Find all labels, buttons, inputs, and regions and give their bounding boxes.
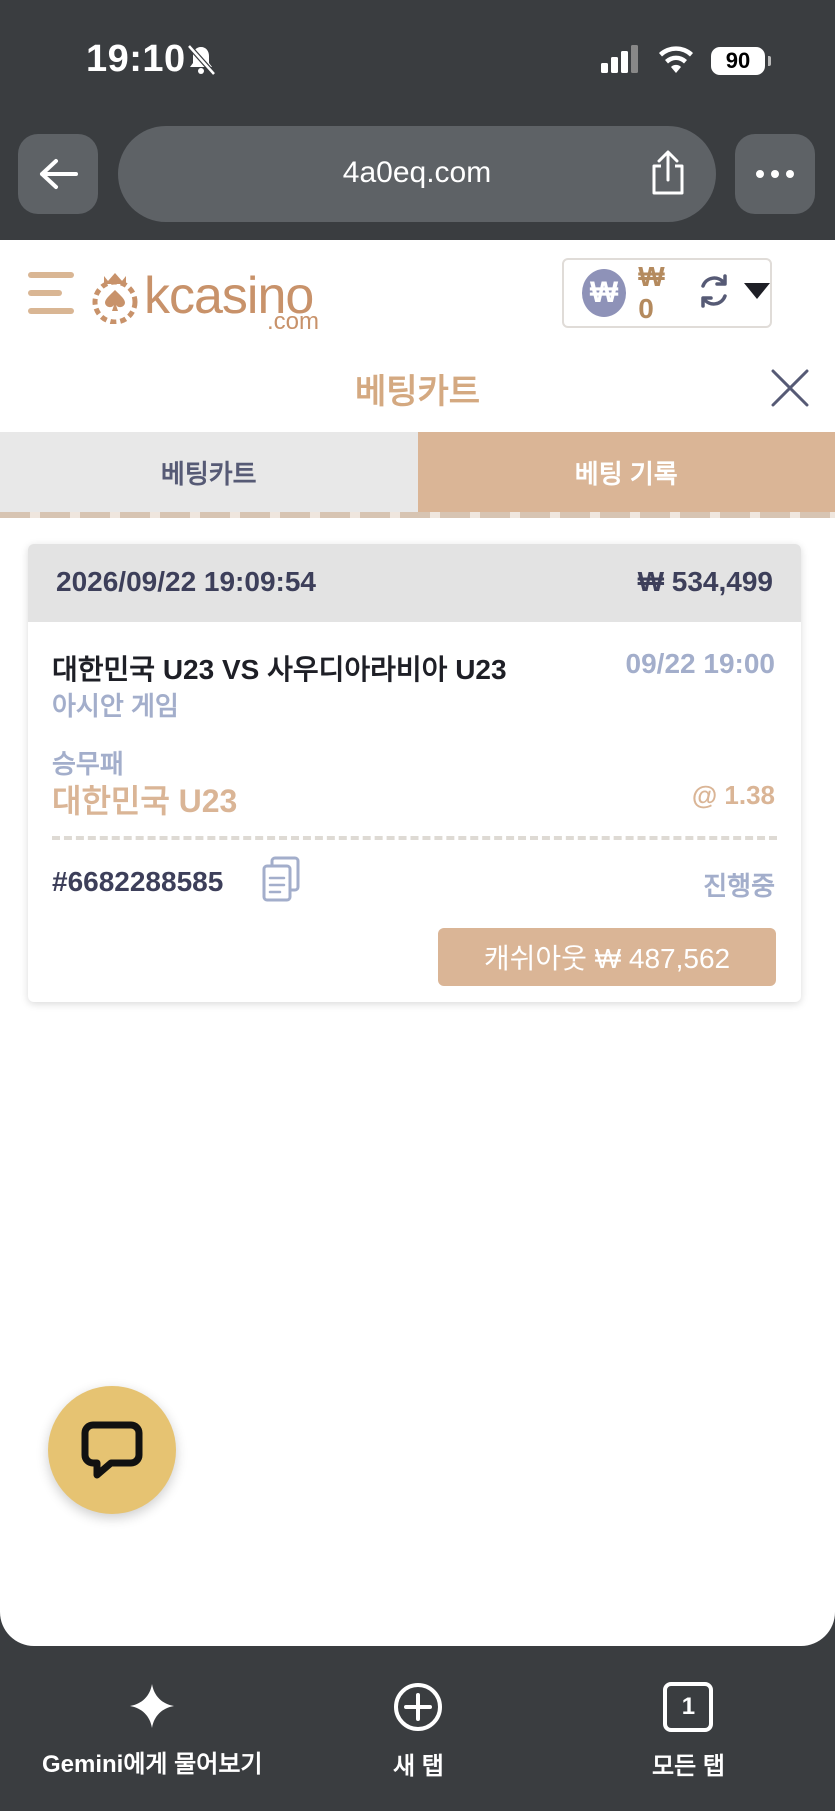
bet-status: 진행중: [703, 871, 775, 901]
web-page: kcasino .com ₩ ₩ 0 베팅카트 베팅카트 베팅 기록 2026/…: [0, 240, 835, 1646]
balance-dropdown[interactable]: ₩ ₩ 0: [562, 258, 772, 328]
tab-betting-cart[interactable]: 베팅카트: [0, 432, 418, 512]
bet-selection: 대한민국 U23: [52, 783, 238, 819]
arrow-left-icon: [40, 159, 78, 189]
ticket-id: #6682288585: [52, 866, 224, 897]
mute-bell-icon: [186, 44, 216, 81]
url-bar[interactable]: 4a0eq.com: [118, 126, 716, 222]
sparkle-icon: [130, 1684, 175, 1728]
status-time: 19:10: [86, 38, 186, 80]
tabs-icon: 1: [663, 1682, 714, 1732]
menu-icon[interactable]: [28, 272, 74, 318]
bet-odds: @ 1.38: [691, 780, 775, 810]
cart-title: 베팅카트: [354, 373, 481, 411]
won-currency-icon: ₩: [582, 269, 627, 317]
refresh-icon[interactable]: [696, 273, 732, 314]
battery-indicator: 90: [711, 47, 771, 75]
gemini-label: Gemini에게 물어보기: [42, 1751, 263, 1778]
bet-amount: ₩ 534,499: [637, 566, 773, 597]
tab-betting-history[interactable]: 베팅 기록: [417, 432, 835, 512]
close-icon: [771, 369, 809, 407]
chat-bubble-icon: [81, 1421, 143, 1479]
share-button[interactable]: [648, 150, 688, 201]
card-header: 2026/09/22 19:09:54 ₩ 534,499: [28, 544, 801, 622]
logo-suffix: .com: [267, 308, 320, 335]
url-text: 4a0eq.com: [342, 156, 492, 189]
more-dots-icon: [756, 170, 794, 178]
status-indicators: 90: [601, 44, 771, 78]
match-time: 09/22 19:00: [625, 648, 775, 679]
browser-toolbar: Gemini에게 물어보기 새 탭 1 모든 탭: [0, 1646, 835, 1811]
tab-count: 1: [681, 1693, 696, 1720]
spade-chip-logo-icon: [92, 273, 138, 324]
new-tab-label: 새 탭: [393, 1753, 444, 1780]
all-tabs-button[interactable]: 1 모든 탭: [652, 1682, 725, 1781]
chevron-down-icon[interactable]: [744, 282, 770, 304]
site-logo[interactable]: kcasino .com: [92, 264, 319, 335]
cashout-button[interactable]: 캐쉬아웃 ₩ 487,562: [438, 928, 776, 986]
bet-datetime: 2026/09/22 19:09:54: [56, 566, 316, 597]
balance-value: ₩ 0: [638, 261, 665, 324]
wifi-icon: [657, 45, 695, 78]
live-chat-button[interactable]: [48, 1386, 176, 1514]
copy-icon[interactable]: [262, 856, 300, 902]
match-name: 대한민국 U23 VS 사우디아라비아 U23: [52, 654, 507, 685]
new-tab-button[interactable]: 새 탭: [393, 1682, 444, 1781]
more-button[interactable]: [735, 134, 815, 214]
dashed-divider: [52, 836, 777, 840]
share-icon: [652, 150, 684, 195]
league-name: 아시안 게임: [52, 691, 179, 721]
cart-tabs: 베팅카트 베팅 기록: [0, 432, 835, 512]
close-button[interactable]: [770, 368, 810, 408]
plus-circle-icon: [394, 1683, 443, 1731]
bet-history-card: 2026/09/22 19:09:54 ₩ 534,499 대한민국 U23 V…: [28, 544, 801, 1002]
signal-icon: [601, 44, 641, 78]
tab-divider: [0, 512, 835, 518]
gemini-button[interactable]: Gemini에게 물어보기: [42, 1682, 263, 1779]
all-tabs-label: 모든 탭: [652, 1753, 725, 1780]
back-button[interactable]: [18, 134, 98, 214]
